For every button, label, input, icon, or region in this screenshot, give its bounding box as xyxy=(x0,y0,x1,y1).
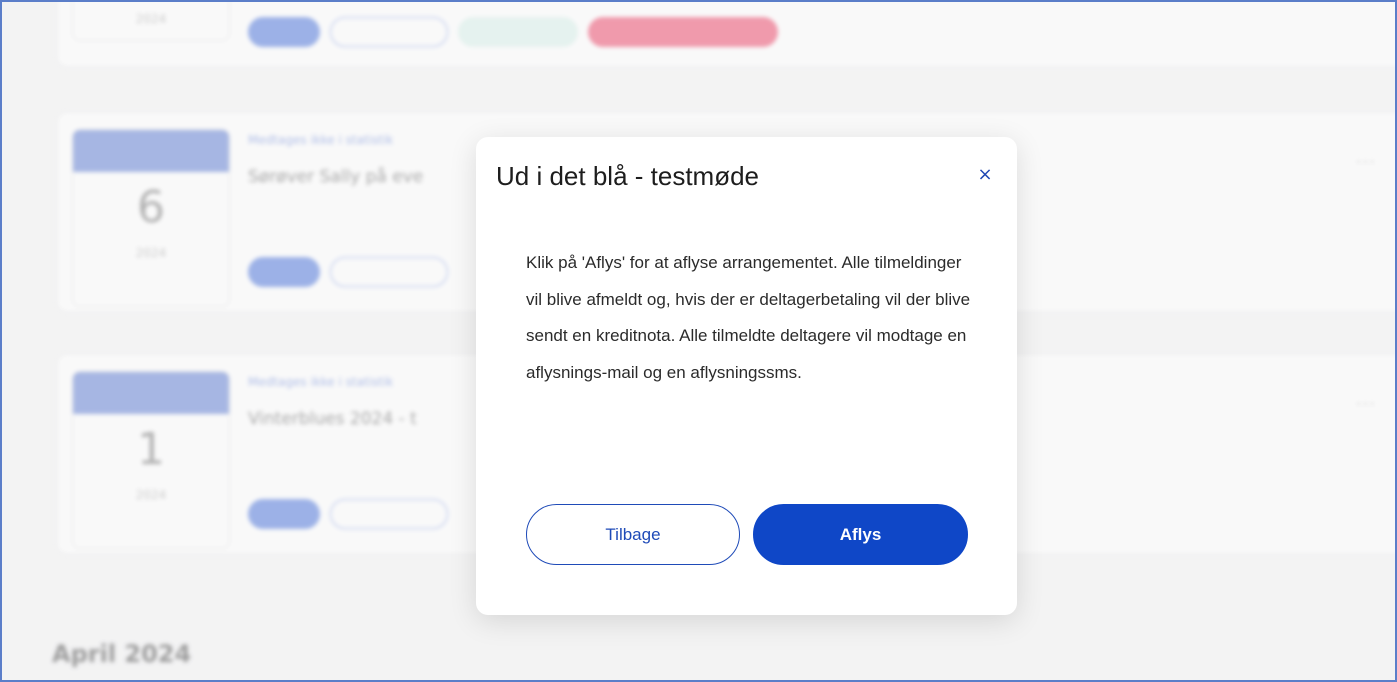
dialog-message: Klik på 'Aflys' for at aflyse arrangemen… xyxy=(526,253,971,382)
cancel-event-dialog: Ud i det blå - testmøde × Klik på 'Aflys… xyxy=(476,137,1017,615)
app-frame: 2024 6 2024 Medtages ikke i statistik Sø… xyxy=(0,0,1397,682)
dialog-title: Ud i det blå - testmøde xyxy=(496,161,759,191)
confirm-cancel-button[interactable]: Aflys xyxy=(753,504,968,565)
close-icon[interactable]: × xyxy=(973,163,997,187)
back-button[interactable]: Tilbage xyxy=(526,504,740,565)
